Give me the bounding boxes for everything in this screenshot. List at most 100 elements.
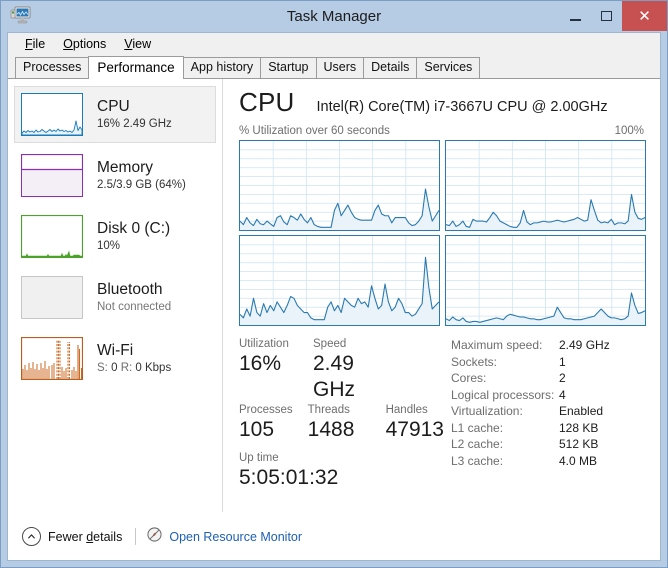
wifi-recv-value: 0 Kbps [135,361,172,374]
sidebar-item-memory[interactable]: Memory 2.5/3.9 GB (64%) [14,147,216,204]
sidebar-cpu-name: CPU [97,97,130,115]
stat-utilization: Utilization 16% [239,337,313,403]
stat-threads-label: Threads [307,404,350,416]
sidebar-disk-sub: 10% [97,239,121,252]
stat-logical-processors-value: 4 [559,387,566,402]
footer-separator [135,528,137,545]
sidebar-wifi-name: Wi-Fi [97,341,134,359]
stat-l1-cache-value: 128 KB [559,420,599,435]
stat-virtualization-label: Virtualization: [451,404,523,418]
stat-maximum-speed: Maximum speed: 2.49 GHz [451,337,646,354]
wifi-recv-label: R: [120,361,133,374]
sidebar-item-wifi[interactable]: Wi-Fi S: 0 R: 0 Kbps [14,330,216,387]
chevron-up-icon [22,527,41,546]
tab-processes[interactable]: Processes [15,57,90,78]
tab-strip: Processes Performance App history Startu… [8,56,660,79]
logical-processor-graphs [239,140,646,326]
tab-startup[interactable]: Startup [260,57,317,78]
stat-speed: Speed 2.49 GHz [313,337,397,403]
menu-file[interactable]: File [16,35,54,53]
fewer-details-button[interactable]: Fewer details [22,527,122,546]
stat-processes-label: Processes [239,404,293,416]
tab-details[interactable]: Details [363,57,418,78]
menu-options-rest: ptions [72,37,107,51]
stat-l1-cache: L1 cache: 128 KB [451,420,646,437]
cpu-labels: CPU 16% 2.49 GHz [97,98,172,131]
graph-caption-left: % Utilization over 60 seconds [239,125,390,137]
close-button[interactable]: ✕ [622,1,667,31]
maximize-button[interactable] [591,1,622,31]
stat-virtualization: Virtualization: Enabled [451,403,646,420]
performance-pane: CPU 16% 2.49 GHz Memory 2.5/3.9 GB (64%)… [8,79,660,560]
minimize-button[interactable] [560,1,591,31]
stat-l2-cache-label: L2 cache: [451,437,504,451]
minimize-icon [570,19,581,21]
stat-speed-value: 2.49 GHz [313,352,355,401]
cpu-stats: Utilization 16% Speed 2.49 GHz Processes [239,337,646,491]
cpu-detail-pane: CPU Intel(R) Core(TM) i7-3667U CPU @ 2.0… [224,79,660,512]
cpu-model-name: Intel(R) Core(TM) i7-3667U CPU @ 2.00GHz [316,99,608,115]
stat-l2-cache: L2 cache: 512 KB [451,436,646,453]
resource-monitor-icon [147,526,162,547]
fewer-details-label: Fewer details [48,529,123,544]
cpu-graph-0[interactable] [239,140,440,231]
graph-caption-right: 100% [614,125,644,137]
stat-uptime-value: 5:05:01:32 [239,466,339,489]
stat-processes-value: 105 [239,418,275,441]
menu-options[interactable]: Options [54,35,115,53]
memory-thumbnail [21,154,83,197]
stat-handles-value: 47913 [385,418,444,441]
bluetooth-labels: Bluetooth Not connected [97,281,171,314]
stats-row-2: Processes 105 Threads 1488 Handles 47913 [239,403,444,443]
stat-utilization-value: 16% [239,352,282,375]
page-title: CPU [239,87,295,117]
menu-view-rest: iew [132,37,152,51]
stat-cores-label: Cores: [451,371,487,385]
tab-performance[interactable]: Performance [88,56,184,79]
wifi-send-label: S: [97,361,108,374]
open-resource-monitor-label: Open Resource Monitor [169,529,303,544]
stat-threads-value: 1488 [307,418,355,441]
cpu-graph-1[interactable] [445,140,646,231]
stat-l1-cache-label: L1 cache: [451,420,504,435]
tab-app-history[interactable]: App history [182,57,262,78]
stat-speed-label: Speed [313,338,347,350]
sidebar-item-cpu[interactable]: CPU 16% 2.49 GHz [14,86,216,143]
menu-view[interactable]: View [115,35,160,53]
sidebar-bluetooth-name: Bluetooth [97,280,163,298]
stat-cores: Cores: 2 [451,370,646,387]
stat-cores-value: 2 [559,371,566,385]
sidebar-disk-name: Disk 0 (C:) [97,219,171,237]
stat-virtualization-value: Enabled [559,404,604,418]
window-controls: ✕ [560,1,667,31]
cpu-stats-primary: Utilization 16% Speed 2.49 GHz Processes [239,337,444,491]
sidebar-wifi-sub: S: 0 R: 0 Kbps [97,362,171,375]
sidebar-item-disk[interactable]: Disk 0 (C:) 10% [14,208,216,265]
sidebar-memory-name: Memory [97,158,153,176]
wifi-send-value: 0 [111,361,118,374]
cpu-graph-3[interactable] [445,235,646,326]
stat-sockets-label: Sockets: [451,354,498,369]
tab-users[interactable]: Users [315,57,365,78]
maximize-icon [601,11,612,21]
menu-file-rest: ile [32,37,46,51]
stat-maximum-speed-label: Maximum speed: [451,338,543,352]
stat-l2-cache-value: 512 KB [559,437,599,451]
cpu-stats-secondary: Maximum speed: 2.49 GHz Sockets: 1 Cores… [444,337,646,491]
stat-logical-processors: Logical processors: 4 [451,387,646,404]
cpu-thumbnail [21,93,83,136]
graph-caption: % Utilization over 60 seconds 100% [239,125,646,137]
open-resource-monitor-link[interactable]: Open Resource Monitor [147,526,303,547]
stat-uptime: Up time 5:05:01:32 [239,451,444,491]
stat-uptime-label: Up time [239,452,279,464]
bluetooth-thumbnail [21,276,83,319]
stat-threads: Threads 1488 [308,403,386,443]
disk-thumbnail [21,215,83,258]
stat-maximum-speed-value: 2.49 GHz [559,338,610,352]
sidebar-item-bluetooth[interactable]: Bluetooth Not connected [14,269,216,326]
stat-utilization-label: Utilization [239,338,289,350]
tab-services[interactable]: Services [416,57,481,78]
stat-handles-label: Handles [385,404,428,416]
cpu-graph-2[interactable] [239,235,440,326]
task-manager-window: Task Manager ✕ File Options View Process… [0,0,668,568]
